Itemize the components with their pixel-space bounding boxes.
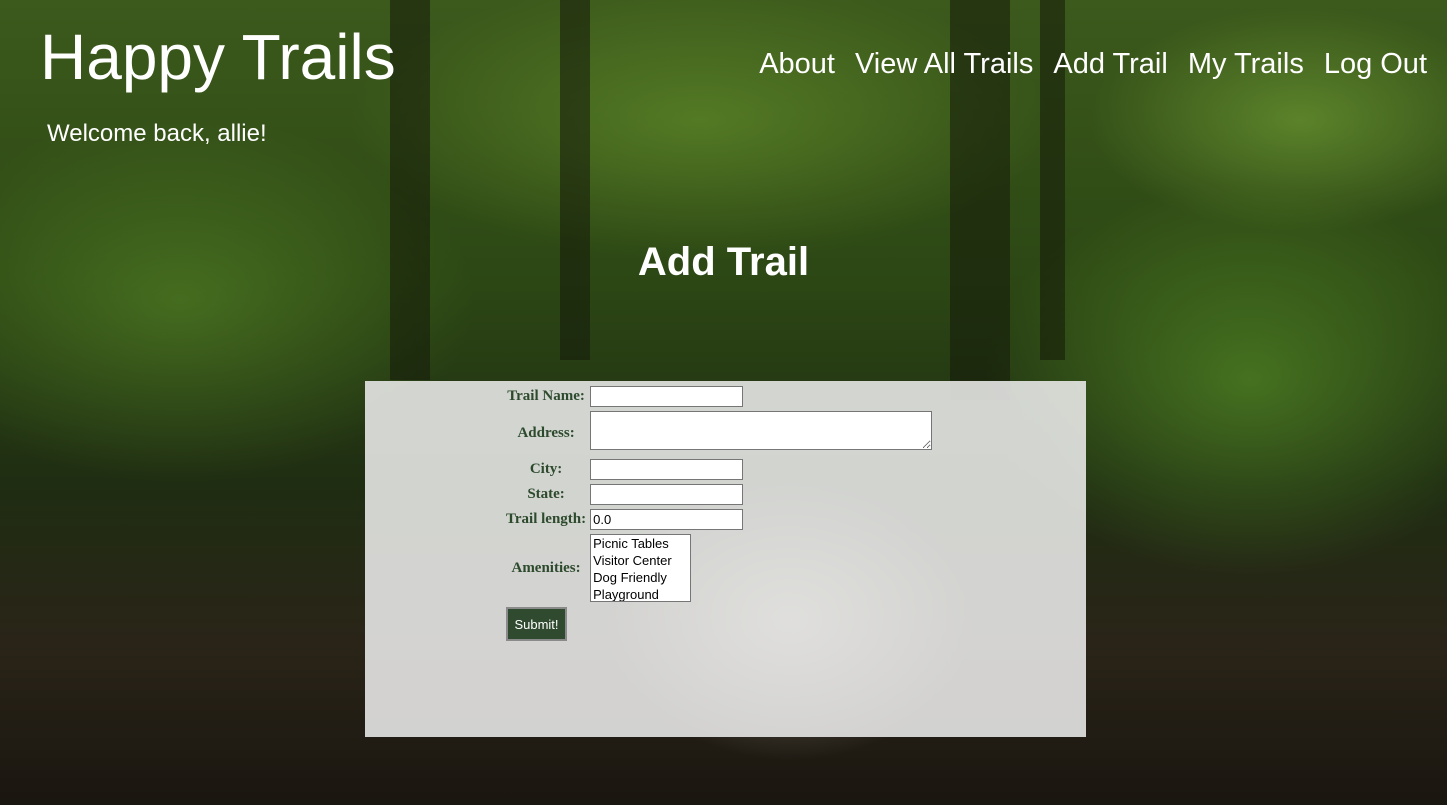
welcome-message: Welcome back, allie!	[47, 120, 267, 147]
form-row-address: Address:	[505, 410, 933, 456]
site-header: Happy Trails Welcome back, allie! About …	[0, 0, 1447, 160]
amenities-multiselect[interactable]: Picnic Tables Visitor Center Dog Friendl…	[590, 534, 692, 602]
form-row-trail-name: Trail Name:	[505, 385, 933, 408]
amenity-option-visitor-center[interactable]: Visitor Center	[591, 552, 690, 569]
amenity-option-playground[interactable]: Playground	[591, 586, 690, 601]
form-row-state: State:	[505, 483, 933, 506]
nav-link-about[interactable]: About	[759, 46, 835, 82]
trail-length-input[interactable]	[590, 509, 744, 530]
form-table: Trail Name: Address: City: State: Trail …	[503, 383, 935, 605]
nav-link-view-all-trails[interactable]: View All Trails	[855, 46, 1033, 82]
nav-link-log-out[interactable]: Log Out	[1324, 46, 1427, 82]
main-nav: About View All Trails Add Trail My Trail…	[759, 46, 1427, 82]
add-trail-form: Trail Name: Address: City: State: Trail …	[365, 381, 1086, 737]
state-label: State:	[527, 486, 565, 502]
address-textarea[interactable]	[590, 411, 933, 450]
trail-name-input[interactable]	[590, 386, 744, 407]
form-row-amenities: Amenities: Picnic Tables Visitor Center …	[505, 533, 933, 603]
trail-length-label: Trail length:	[506, 511, 587, 527]
trail-name-label: Trail Name:	[507, 388, 585, 404]
page-title: Add Trail	[637, 240, 810, 284]
amenity-option-picnic-tables[interactable]: Picnic Tables	[591, 535, 690, 552]
site-brand[interactable]: Happy Trails	[40, 22, 396, 93]
city-label: City:	[529, 461, 563, 477]
city-input[interactable]	[590, 459, 744, 480]
nav-link-add-trail[interactable]: Add Trail	[1053, 46, 1167, 82]
form-row-city: City:	[505, 458, 933, 481]
submit-button[interactable]: Submit!	[506, 607, 567, 641]
form-row-trail-length: Trail length:	[505, 508, 933, 531]
nav-link-my-trails[interactable]: My Trails	[1188, 46, 1304, 82]
address-label: Address:	[517, 424, 575, 441]
state-input[interactable]	[590, 484, 744, 505]
amenities-label: Amenities:	[511, 559, 581, 576]
amenity-option-dog-friendly[interactable]: Dog Friendly	[591, 569, 690, 586]
